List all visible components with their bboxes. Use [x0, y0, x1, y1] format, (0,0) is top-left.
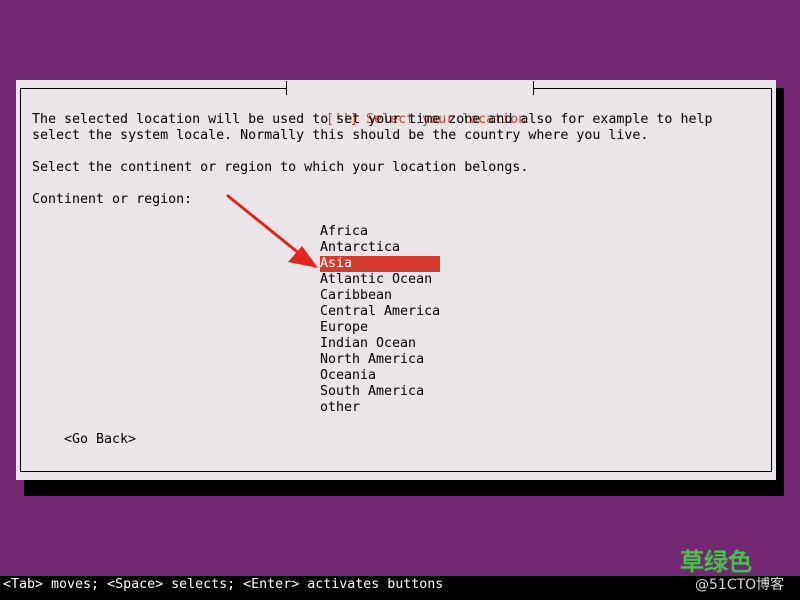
list-item-south-america[interactable]: South America — [320, 384, 440, 400]
red-arrow-icon — [226, 194, 318, 268]
continent-list[interactable]: Africa Antarctica Asia Atlantic Ocean Ca… — [320, 224, 440, 416]
location-dialog: [!!] Select your location The selected l… — [16, 80, 776, 480]
list-item-north-america[interactable]: North America — [320, 352, 440, 368]
title-bracket-right — [533, 81, 535, 95]
list-item-other[interactable]: other — [320, 400, 440, 416]
list-item-africa[interactable]: Africa — [320, 224, 440, 240]
continent-field-label: Continent or region: — [32, 192, 193, 207]
title-bracket-left — [286, 81, 287, 95]
list-item-atlantic-ocean[interactable]: Atlantic Ocean — [320, 272, 440, 288]
list-item-indian-ocean[interactable]: Indian Ocean — [320, 336, 440, 352]
watermark-site-text: @51CTO博客 — [695, 577, 785, 593]
list-item-central-america[interactable]: Central America — [320, 304, 440, 320]
status-bar: <Tab> moves; <Space> selects; <Enter> ac… — [0, 576, 800, 600]
status-hint-text: <Tab> moves; <Space> selects; <Enter> ac… — [3, 577, 444, 592]
list-item-oceania[interactable]: Oceania — [320, 368, 440, 384]
watermark-chinese-text: 草绿色 — [680, 548, 752, 576]
list-item-europe[interactable]: Europe — [320, 320, 440, 336]
go-back-button[interactable]: <Go Back> — [64, 432, 136, 448]
list-item-antarctica[interactable]: Antarctica — [320, 240, 440, 256]
description-line-1: The selected location will be used to se… — [32, 112, 713, 127]
list-item-caribbean[interactable]: Caribbean — [320, 288, 440, 304]
instruction-text: Select the continent or region to which … — [32, 160, 529, 175]
description-line-2: select the system locale. Normally this … — [32, 128, 649, 143]
list-item-asia-selected[interactable]: Asia — [320, 256, 440, 272]
dialog-title: [!!] Select your location — [286, 80, 535, 127]
